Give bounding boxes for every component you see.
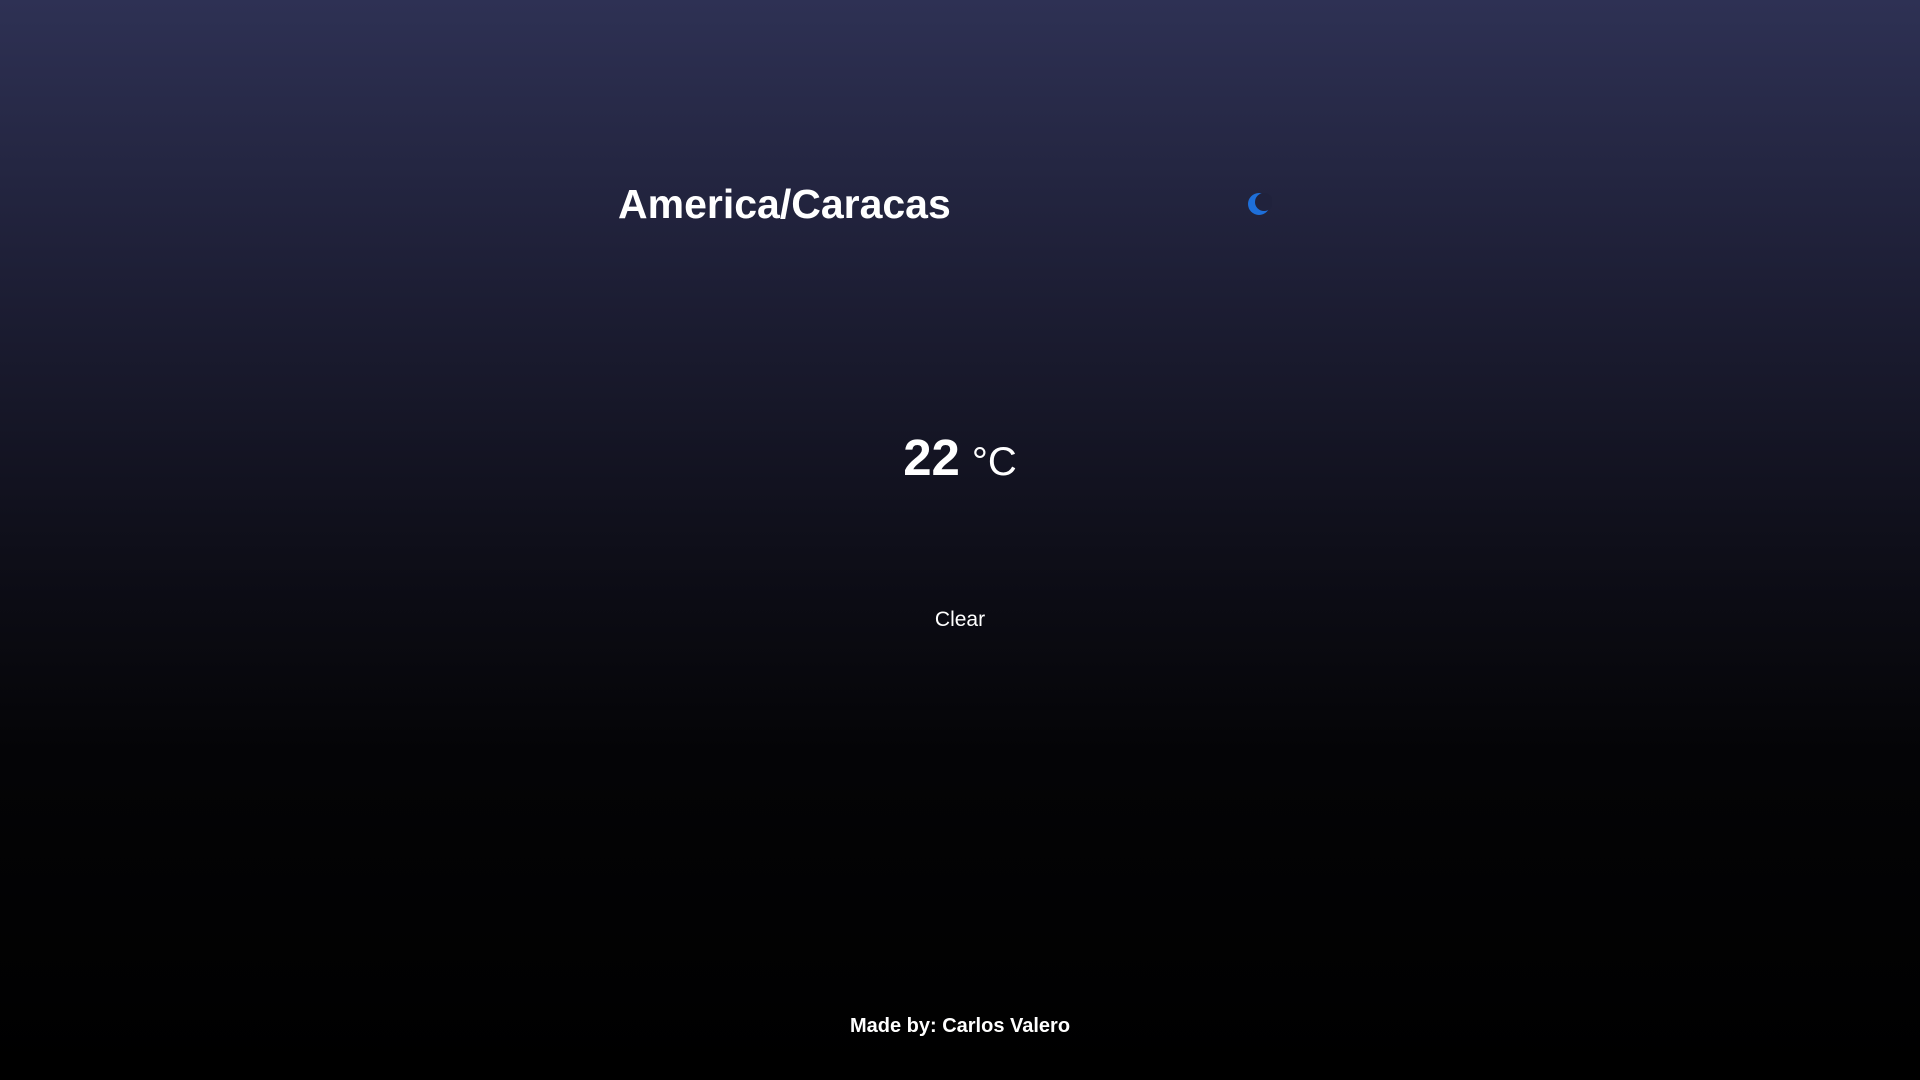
temperature-unit: °C (971, 440, 1017, 484)
temperature-display: 22 °C (0, 428, 1920, 501)
temperature-value: 22 (903, 429, 960, 486)
weather-condition: Clear (934, 608, 986, 631)
location-title: America/Caracas (618, 181, 951, 227)
moon-icon (1248, 193, 1272, 215)
footer-credit: Made by: Carlos Valero (849, 1015, 1071, 1037)
location-header: America/Caracas (618, 176, 1276, 232)
